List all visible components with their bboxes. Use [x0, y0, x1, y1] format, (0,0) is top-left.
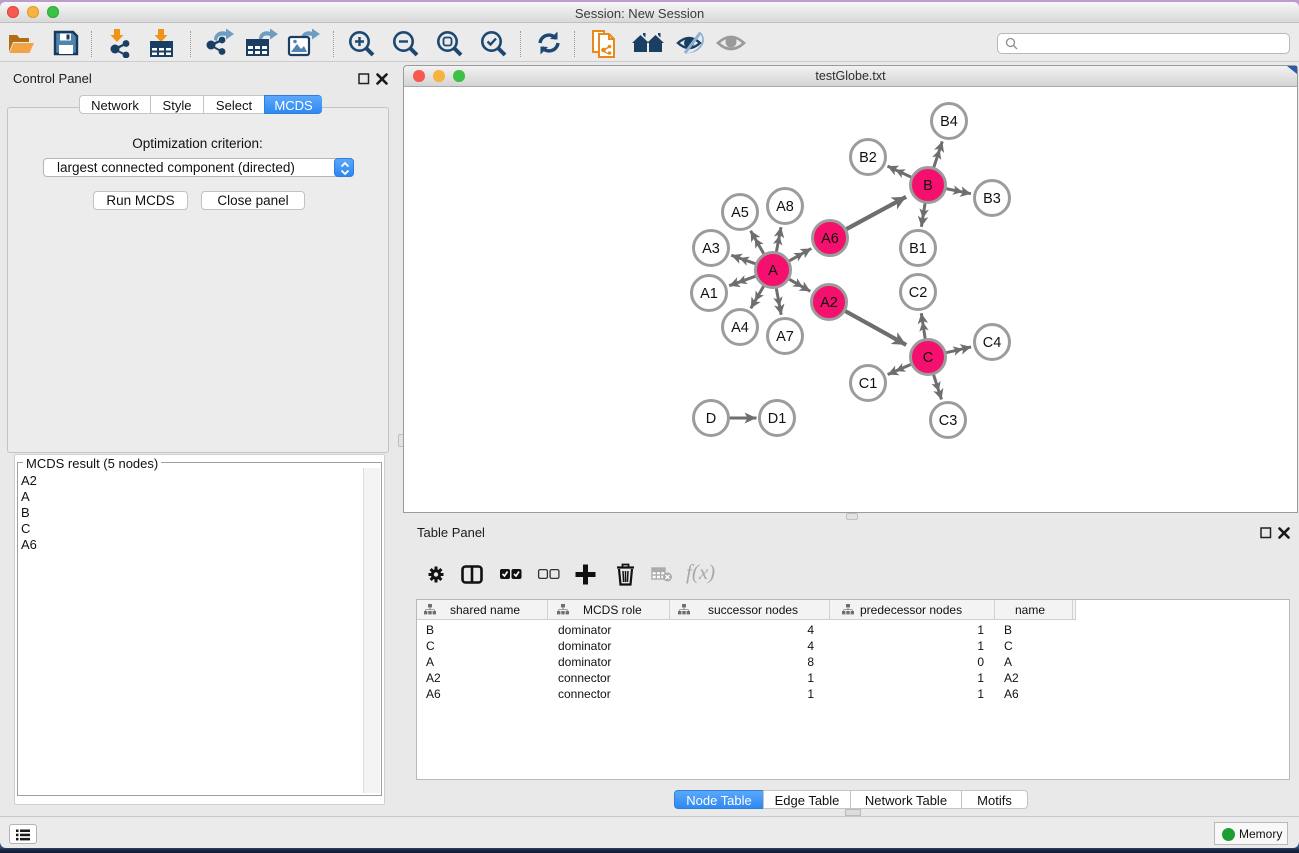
svg-text:C1: C1 [859, 376, 878, 392]
svg-text:A8: A8 [776, 199, 794, 215]
svg-text:A4: A4 [731, 320, 749, 336]
svg-text:A2: A2 [820, 295, 838, 311]
svg-text:B4: B4 [940, 114, 958, 130]
svg-text:A7: A7 [776, 329, 794, 345]
svg-text:B2: B2 [859, 150, 877, 166]
svg-text:A: A [768, 263, 778, 279]
svg-text:D: D [706, 411, 716, 427]
svg-text:C2: C2 [909, 285, 928, 301]
svg-text:A6: A6 [821, 231, 839, 247]
svg-text:C3: C3 [939, 413, 958, 429]
svg-text:B: B [923, 178, 933, 194]
svg-text:C: C [923, 350, 933, 366]
svg-text:B3: B3 [983, 191, 1001, 207]
svg-text:C4: C4 [983, 335, 1002, 351]
svg-text:D1: D1 [768, 411, 787, 427]
svg-text:A5: A5 [731, 205, 749, 221]
svg-text:A3: A3 [702, 241, 720, 257]
svg-text:A1: A1 [700, 286, 718, 302]
svg-text:B1: B1 [909, 241, 927, 257]
